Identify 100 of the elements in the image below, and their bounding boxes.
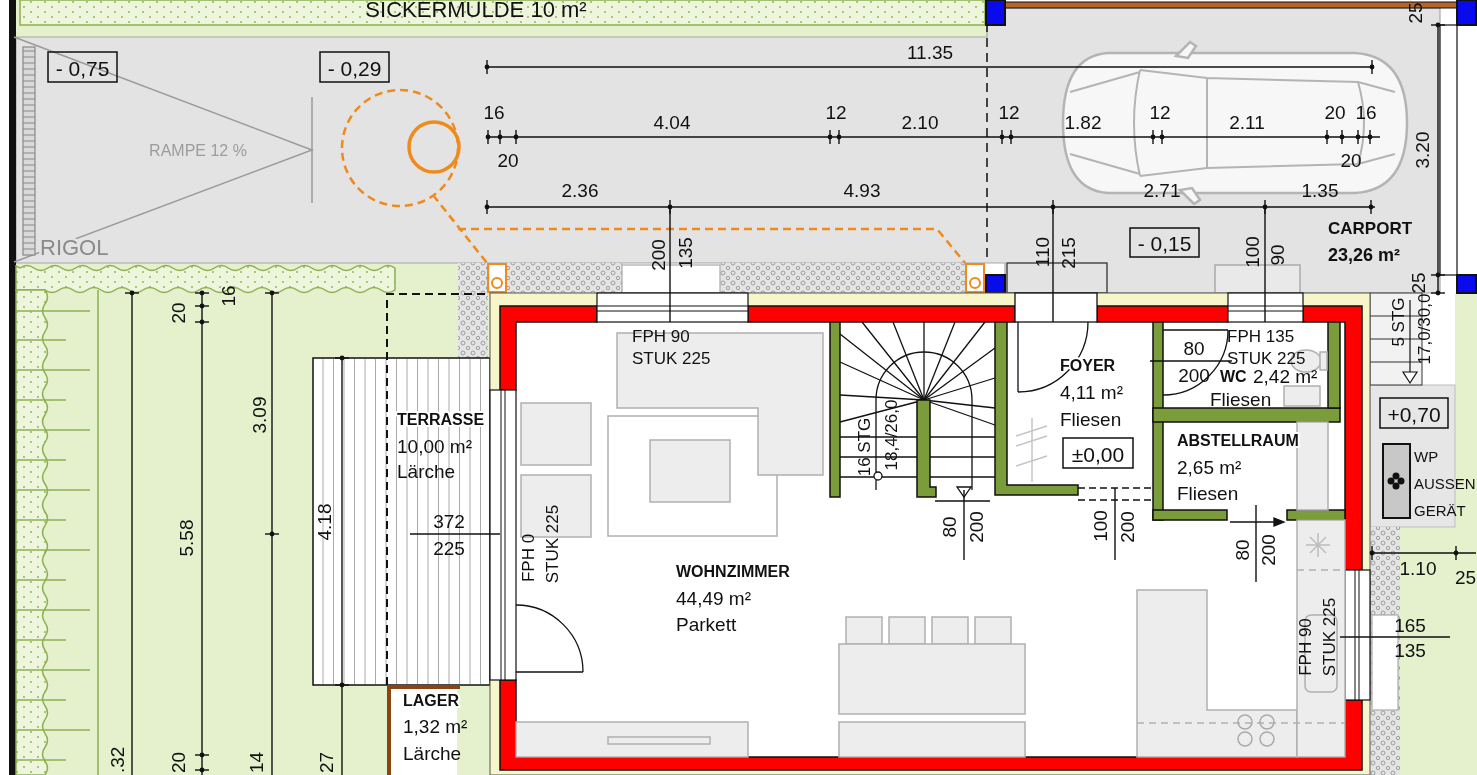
- dimension-label: 20: [497, 149, 519, 171]
- room-name: TERRASSE: [397, 410, 485, 428]
- lintel-height: STUK 225: [542, 504, 562, 584]
- opening-width: 100: [1089, 510, 1111, 542]
- fan-icon: [1387, 472, 1405, 490]
- room-name: ABSTELLRAUM: [1177, 431, 1299, 449]
- parapet-height: FPH 0: [518, 533, 538, 583]
- chair-drawing: [974, 616, 1012, 645]
- level-marker: - 0,29: [319, 51, 390, 83]
- dimension-label: 25: [1404, 2, 1426, 24]
- dimension-label: 1.10: [1399, 557, 1437, 579]
- opening-width: 165: [1394, 614, 1426, 636]
- room-name: WC: [1220, 367, 1247, 385]
- lintel-height: STUK 225: [632, 348, 711, 368]
- level-marker: - 0,75: [47, 51, 118, 83]
- lintel-height: STUK 225: [1227, 348, 1306, 368]
- floor-material: Lärche: [397, 460, 456, 482]
- dimension-label: 2.36: [561, 179, 599, 201]
- dimension-label: 20: [1324, 101, 1346, 123]
- opening-height: 135: [674, 237, 696, 269]
- stair-step-count: 16 STG: [854, 417, 874, 477]
- dimension-label: 2.11: [1229, 111, 1265, 133]
- chair-drawing: [931, 616, 969, 645]
- ramp-label: RAMPE 12 %: [149, 141, 247, 159]
- dimension-label: 4.18: [313, 503, 335, 541]
- opening-width: 80: [938, 516, 960, 538]
- dimension-label: 14: [245, 751, 267, 773]
- door-swing: [515, 604, 584, 673]
- lintel-height: STUK 225: [1319, 597, 1339, 677]
- opening-width: 80: [1231, 539, 1253, 561]
- dimension-label: 4.93: [843, 179, 881, 201]
- wash-basin: [1283, 385, 1321, 407]
- dimension-label: 25: [1407, 272, 1429, 294]
- room-area: 44,49 m²: [676, 587, 751, 609]
- dimension-label: 2.10: [901, 111, 939, 133]
- column-icon: [1456, 0, 1477, 26]
- room-name: CARPORT: [1328, 218, 1413, 238]
- opening-width: 100: [1241, 236, 1263, 268]
- dimension-label: 12: [998, 101, 1020, 123]
- downpipe-icon: [965, 263, 985, 293]
- floor-material: Fliesen: [1210, 388, 1272, 410]
- floor-material: Fliesen: [1060, 408, 1122, 430]
- column-icon: [1456, 274, 1477, 294]
- room-name: WOHNZIMMER: [676, 562, 790, 580]
- hob-icon: [1237, 714, 1275, 747]
- room-area: 10,00 m²: [397, 435, 472, 457]
- equipment-label: GERÄT: [1414, 501, 1466, 519]
- dimension-label: 11.35: [906, 41, 954, 63]
- opening-width: 80: [1183, 337, 1205, 359]
- parapet-height: FPH 135: [1227, 326, 1295, 346]
- area-label: SICKERMULDE 10 m²: [365, 0, 587, 22]
- level-marker: +0,70: [1379, 397, 1449, 429]
- dimension-label: 25: [1455, 566, 1477, 588]
- chair-drawing: [845, 616, 883, 645]
- dimension-label: 4.04: [653, 111, 691, 133]
- opening-height: 215: [1057, 237, 1079, 269]
- stair-step-count: 5 STG: [1388, 297, 1408, 347]
- floor-material: Parkett: [676, 613, 737, 635]
- dimension-label: 12: [825, 101, 847, 123]
- dimension-label: 5.58: [175, 519, 197, 557]
- level-marker: - 0,15: [1129, 227, 1200, 258]
- sliding-door: [1229, 517, 1286, 527]
- room-name: LAGER: [403, 691, 459, 709]
- opening-height: 200: [1178, 364, 1210, 386]
- dimension-label: 1.82: [1064, 111, 1102, 133]
- dimension-label: 3.09: [248, 396, 270, 434]
- opening-width: 110: [1031, 236, 1053, 268]
- dimension-label: 16: [483, 101, 505, 123]
- floor-material: Lärche: [403, 742, 462, 764]
- floor-material: Fliesen: [1177, 482, 1239, 504]
- dimension-label: 16: [217, 285, 239, 307]
- opening-width: 200: [647, 239, 669, 271]
- dimension-label: 20: [167, 751, 189, 773]
- opening-height: 200: [1257, 534, 1279, 566]
- armchair-drawing: [520, 402, 592, 466]
- stair-ratio: 17,0/30,0: [1414, 293, 1434, 365]
- level-marker: ±0,00: [1062, 437, 1134, 469]
- opening-height: 200: [1116, 511, 1138, 543]
- stair-ratio: 18,4/26,0: [881, 399, 901, 471]
- downpipe-icon: [487, 263, 507, 293]
- coat-rack-drawing: [1015, 417, 1048, 483]
- opening-height: 200: [965, 511, 987, 543]
- dimension-label: 12: [1149, 101, 1171, 123]
- equipment-label: WP: [1414, 447, 1439, 465]
- room-area: 2,65 m²: [1177, 456, 1242, 478]
- dimension-label: 20: [1340, 149, 1362, 171]
- parapet-height: FPH 90: [632, 326, 690, 346]
- dimension-label: 27: [315, 751, 337, 773]
- equipment-label: AUSSEN: [1414, 474, 1476, 492]
- column-icon: [985, 274, 1006, 294]
- dimension-label: 2.71: [1143, 179, 1181, 201]
- dimension-label: .32: [106, 746, 128, 773]
- parapet-height: FPH 90: [1295, 618, 1315, 676]
- opening-height: 225: [433, 537, 465, 559]
- room-area: 4,11 m²: [1060, 381, 1123, 403]
- opening-height: 135: [1394, 639, 1426, 661]
- opening-height: 90: [1266, 244, 1288, 266]
- chair-drawing: [888, 616, 926, 645]
- dimension-line: [963, 489, 965, 561]
- room-area: 1,32 m²: [403, 715, 468, 737]
